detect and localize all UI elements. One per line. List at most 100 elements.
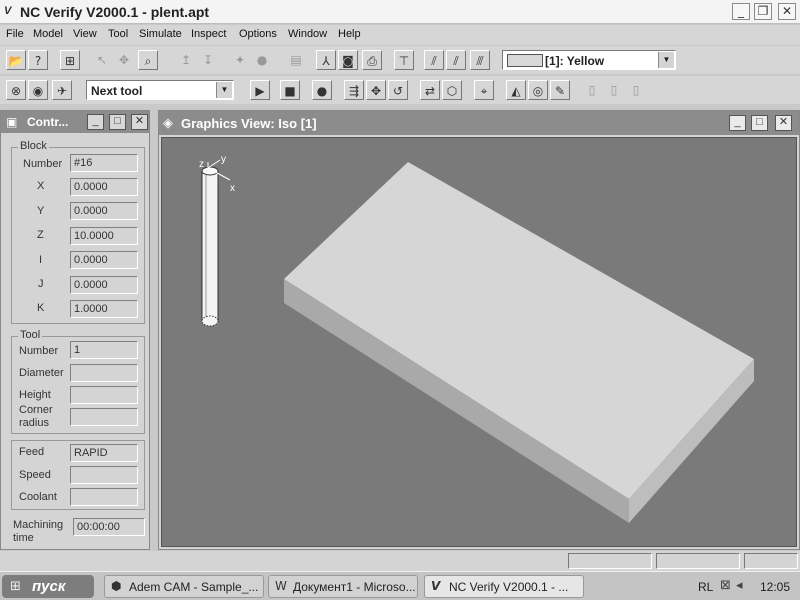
language-indicator[interactable]: RL xyxy=(698,580,713,594)
chevron-down-icon[interactable]: ▼ xyxy=(216,82,232,98)
minimize-button[interactable]: _ xyxy=(732,3,750,20)
clock[interactable]: 12:05 xyxy=(760,580,790,594)
sphere-icon[interactable]: ● xyxy=(252,50,272,70)
graphics-window-icon: ◈ xyxy=(163,115,173,130)
graphics-close-button[interactable]: ✕ xyxy=(775,115,792,131)
tool-height-field[interactable] xyxy=(70,386,138,404)
y-axis-label: y xyxy=(221,154,226,165)
tool-number-field[interactable]: 1 xyxy=(70,341,138,359)
panel-maximize-button[interactable]: □ xyxy=(109,114,126,130)
cutter-1-icon[interactable]: ⫽ xyxy=(424,50,444,70)
restore-button[interactable]: ❐ xyxy=(754,3,772,20)
select-arrow-icon[interactable]: ↖ xyxy=(92,50,112,70)
tool-corner-radius-field[interactable] xyxy=(70,408,138,426)
status-pane-3 xyxy=(744,553,798,569)
panel-minimize-button[interactable]: _ xyxy=(87,114,104,130)
compare-icon[interactable]: ⇄ xyxy=(420,80,440,100)
menu-window[interactable]: Window xyxy=(288,28,327,40)
panel-close-button[interactable]: ✕ xyxy=(131,114,148,130)
graphics-view-titlebar: ◈ Graphics View: Iso [1] _ □ ✕ xyxy=(159,111,799,135)
task-nc-verify[interactable]: V NC Verify V2000.1 - ... xyxy=(424,575,584,598)
3d-viewport[interactable]: z y x xyxy=(161,137,797,547)
volume-icon[interactable]: ◂ xyxy=(736,578,743,593)
cylinder-1-icon[interactable]: ▯ xyxy=(582,80,602,100)
play-icon[interactable]: ▶ xyxy=(250,80,270,100)
cutting-tool xyxy=(201,166,219,327)
menu-simulate[interactable]: Simulate xyxy=(139,28,182,40)
menu-file[interactable]: File xyxy=(6,28,24,40)
network-icon[interactable]: ⊠ xyxy=(720,578,731,593)
chevron-down-icon[interactable]: ▼ xyxy=(658,52,674,68)
machining-time-label: time xyxy=(13,532,34,544)
block-y-field[interactable]: 0.0000 xyxy=(70,202,138,220)
task-nc-verify-label: NC Verify V2000.1 - ... xyxy=(449,580,569,594)
rewind-icon[interactable]: ↺ xyxy=(388,80,408,100)
block-i-label: I xyxy=(39,254,43,266)
adem-cam-icon: ⬢ xyxy=(111,579,122,593)
open-file-icon[interactable]: 📂 xyxy=(6,50,26,70)
viewport-canvas[interactable]: z y x xyxy=(162,138,796,546)
block-i-field[interactable]: 0.0000 xyxy=(70,251,138,269)
start-button[interactable]: ⊞ пуск xyxy=(2,575,94,598)
ring-icon[interactable]: ◎ xyxy=(528,80,548,100)
block-j-field[interactable]: 0.0000 xyxy=(70,276,138,294)
turning-icon[interactable]: ◉ xyxy=(28,80,48,100)
block-k-field[interactable]: 1.0000 xyxy=(70,300,138,318)
block-x-field[interactable]: 0.0000 xyxy=(70,178,138,196)
machining-label: Machining xyxy=(13,519,64,531)
print-icon[interactable]: ⎙ xyxy=(362,50,382,70)
z-up-icon[interactable]: ↥ xyxy=(176,50,196,70)
menu-view[interactable]: View xyxy=(73,28,97,40)
speed-field[interactable] xyxy=(70,466,138,484)
menu-tool[interactable]: Tool xyxy=(108,28,128,40)
move-icon[interactable]: ✥ xyxy=(366,80,386,100)
brush-icon[interactable]: ✎ xyxy=(550,80,570,100)
airplane-icon[interactable]: ✈ xyxy=(52,80,72,100)
close-button[interactable]: ✕ xyxy=(778,3,796,20)
block-k-label: K xyxy=(37,302,45,314)
graphics-maximize-button[interactable]: □ xyxy=(751,115,768,131)
step-icon[interactable]: ⇶ xyxy=(344,80,364,100)
cutter-3-icon[interactable]: ⫻ xyxy=(470,50,490,70)
point-icon[interactable]: ✦ xyxy=(230,50,250,70)
status-pane-2 xyxy=(656,553,740,569)
machining-time-field[interactable]: 00:00:00 xyxy=(73,518,145,536)
cylinder-3-icon[interactable]: ▯ xyxy=(626,80,646,100)
coolant-field[interactable] xyxy=(70,488,138,506)
cutter-2-icon[interactable]: ⫽ xyxy=(446,50,466,70)
app-logo-icon: V xyxy=(4,5,12,17)
layers-icon[interactable]: ▤ xyxy=(286,50,306,70)
tool-select[interactable]: Next tool ▼ xyxy=(86,80,234,100)
block-number-field[interactable]: #16 xyxy=(70,154,138,172)
task-word-document-label: Документ1 - Microso... xyxy=(293,580,416,594)
menu-inspect[interactable]: Inspect xyxy=(191,28,226,40)
block-z-field[interactable]: 10.0000 xyxy=(70,227,138,245)
machine-icon[interactable]: ⊗ xyxy=(6,80,26,100)
menu-options[interactable]: Options xyxy=(239,28,277,40)
gouge-icon[interactable]: ⬡ xyxy=(442,80,462,100)
task-word-document[interactable]: W Документ1 - Microso... xyxy=(268,575,418,598)
zoom-icon[interactable]: ⌕ xyxy=(138,50,158,70)
feed-field[interactable]: RAPID xyxy=(70,444,138,462)
record-icon[interactable]: ● xyxy=(312,80,332,100)
control-panel: ▣ Contr... _ □ ✕ Block Number #16 X 0.00… xyxy=(0,110,150,550)
task-adem-cam[interactable]: ⬢ Adem CAM - Sample_... xyxy=(104,575,264,598)
color-select[interactable]: [1]: Yellow ▼ xyxy=(502,50,676,70)
tool-diameter-field[interactable] xyxy=(70,364,138,382)
graphics-minimize-button[interactable]: _ xyxy=(729,115,746,131)
pan-icon[interactable]: ✥ xyxy=(114,50,134,70)
stop-icon[interactable]: ■ xyxy=(280,80,300,100)
section-icon[interactable]: ◭ xyxy=(506,80,526,100)
tool-holder-icon[interactable]: ⊤ xyxy=(394,50,414,70)
coolant-label: Coolant xyxy=(19,491,57,503)
xyz-coordinates-icon[interactable]: ⊞ xyxy=(60,50,80,70)
graphics-view-title: Graphics View: Iso [1] xyxy=(181,116,317,131)
z-down-icon[interactable]: ↧ xyxy=(198,50,218,70)
camera-icon[interactable]: ◙ xyxy=(338,50,358,70)
measure-icon[interactable]: ⌖ xyxy=(474,80,494,100)
cylinder-2-icon[interactable]: ▯ xyxy=(604,80,624,100)
axis-icon[interactable]: ⅄ xyxy=(316,50,336,70)
context-help-icon[interactable]: ? xyxy=(28,50,48,70)
menu-help[interactable]: Help xyxy=(338,28,361,40)
menu-model[interactable]: Model xyxy=(33,28,63,40)
